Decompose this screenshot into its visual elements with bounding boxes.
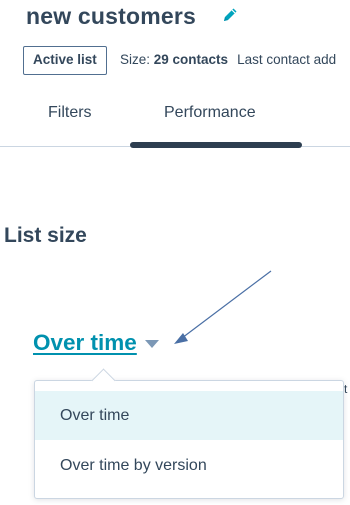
tab-performance[interactable]: Performance bbox=[164, 104, 256, 122]
pencil-icon bbox=[224, 8, 237, 21]
dropdown-option-over-time[interactable]: Over time bbox=[35, 391, 343, 440]
list-meta-row: Active list Size: 29 contacts Last contac… bbox=[23, 46, 350, 75]
size-label: Size: bbox=[120, 52, 151, 67]
list-title: new customers bbox=[26, 3, 197, 29]
last-contact-label: Last contact add bbox=[237, 52, 337, 67]
clipped-edge-text: t bbox=[344, 382, 348, 396]
range-dropdown-menu: Over time Over time by version bbox=[34, 368, 344, 499]
dropdown-option-over-time-by-version[interactable]: Over time by version bbox=[35, 441, 343, 490]
status-badge: Active list bbox=[23, 46, 107, 75]
active-tab-indicator bbox=[130, 142, 302, 148]
size-value: 29 contacts bbox=[153, 52, 229, 67]
edit-title-button[interactable] bbox=[221, 6, 239, 24]
list-size-heading: List size bbox=[4, 224, 87, 247]
range-select[interactable]: Over time bbox=[33, 330, 159, 356]
list-meta-text: Size: 29 contacts Last contact add bbox=[120, 52, 336, 67]
tab-filters[interactable]: Filters bbox=[48, 104, 92, 122]
dropdown-pointer bbox=[91, 368, 116, 393]
caret-down-icon[interactable] bbox=[144, 340, 159, 348]
range-select-label[interactable]: Over time bbox=[33, 330, 137, 356]
